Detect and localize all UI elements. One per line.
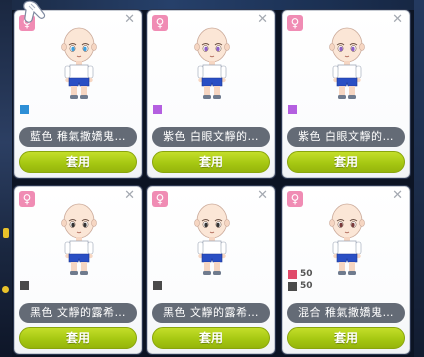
mix-value-2: 50 xyxy=(300,280,313,291)
mix-color-2-swatch xyxy=(288,281,297,291)
character-avatar xyxy=(194,27,230,99)
apply-button[interactable]: 套用 xyxy=(152,151,270,173)
face-coupon-card[interactable]: ♀ ✕ 紫色 白眼文靜的… 套用 xyxy=(282,10,410,178)
female-icon: ♀ xyxy=(287,15,303,31)
female-icon: ♀ xyxy=(287,191,303,207)
apply-button[interactable]: 套用 xyxy=(287,151,405,173)
face-coupon-card[interactable]: ♀ ✕ 紫色 白眼文靜的… 套用 xyxy=(147,10,275,178)
close-icon[interactable]: ✕ xyxy=(392,12,403,28)
mix-color-1-swatch xyxy=(288,269,297,279)
close-icon[interactable]: ✕ xyxy=(392,188,403,204)
background-top xyxy=(0,0,424,10)
color-swatch xyxy=(20,281,29,290)
face-name-label: 黑色 文靜的露希… xyxy=(152,303,270,323)
face-name-label: 混合 稚氣撒嬌鬼… xyxy=(287,303,405,323)
apply-button[interactable]: 套用 xyxy=(19,151,137,173)
background-right xyxy=(414,0,424,357)
apply-button[interactable]: 套用 xyxy=(19,327,137,349)
face-coupon-card[interactable]: ♀ ✕ 黑色 文靜的露希… 套用 xyxy=(147,186,275,354)
character-avatar xyxy=(61,203,97,275)
female-icon: ♀ xyxy=(152,191,168,207)
mix-ratio: 50 50 xyxy=(288,268,313,292)
close-icon[interactable]: ✕ xyxy=(257,188,268,204)
close-icon[interactable]: ✕ xyxy=(257,12,268,28)
close-icon[interactable]: ✕ xyxy=(124,188,135,204)
mix-value-1: 50 xyxy=(300,268,313,279)
face-coupon-card[interactable]: ♀ ✕ 藍色 稚氣撒嬌鬼… 套用 xyxy=(14,10,142,178)
color-swatch xyxy=(153,281,162,290)
face-name-label: 黑色 文靜的露希… xyxy=(19,303,137,323)
face-name-label: 紫色 白眼文靜的… xyxy=(152,127,270,147)
character-avatar xyxy=(329,203,365,275)
color-swatch xyxy=(20,105,29,114)
female-icon: ♀ xyxy=(152,15,168,31)
character-avatar xyxy=(61,27,97,99)
face-name-label: 藍色 稚氣撒嬌鬼… xyxy=(19,127,137,147)
close-icon[interactable]: ✕ xyxy=(124,12,135,28)
face-coupon-card[interactable]: ♀ ✕ 50 50 混合 稚氣撒嬌鬼… 套用 xyxy=(282,186,410,354)
face-name-label: 紫色 白眼文靜的… xyxy=(287,127,405,147)
face-coupon-card[interactable]: ♀ ✕ 黑色 文靜的露希… 套用 xyxy=(14,186,142,354)
color-swatch xyxy=(153,105,162,114)
apply-button[interactable]: 套用 xyxy=(287,327,405,349)
background-left xyxy=(0,0,12,357)
female-icon: ♀ xyxy=(19,191,35,207)
cursor-hand-icon xyxy=(23,0,46,23)
character-avatar xyxy=(329,27,365,99)
color-swatch xyxy=(288,105,297,114)
apply-button[interactable]: 套用 xyxy=(152,327,270,349)
character-avatar xyxy=(194,203,230,275)
